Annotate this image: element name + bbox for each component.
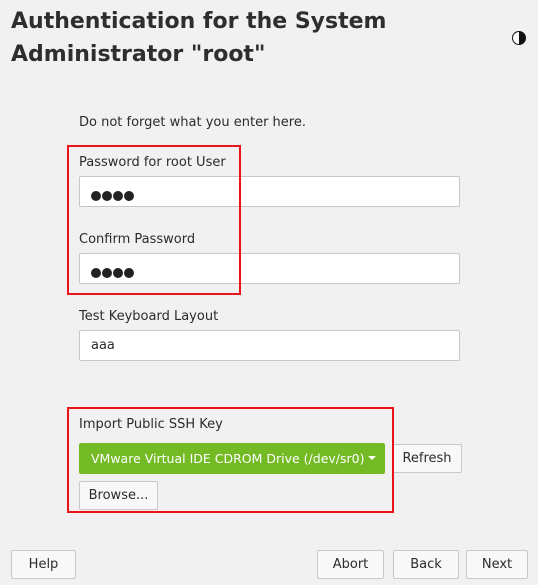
back-button[interactable]: Back xyxy=(393,550,459,579)
keyboard-test-field[interactable]: aaa xyxy=(79,330,460,361)
next-button[interactable]: Next xyxy=(466,550,528,579)
half-moon-icon[interactable] xyxy=(511,30,527,46)
refresh-button[interactable]: Refresh xyxy=(392,444,462,473)
keyboard-test-label: Test Keyboard Layout xyxy=(79,309,219,324)
page-title: Authentication for the System Administra… xyxy=(11,9,387,67)
highlight-box-passwords xyxy=(67,145,241,295)
help-button[interactable]: Help xyxy=(11,550,76,579)
abort-button[interactable]: Abort xyxy=(317,550,384,579)
keyboard-test-value: aaa xyxy=(91,338,115,353)
highlight-box-ssh xyxy=(67,407,394,513)
hint-text: Do not forget what you enter here. xyxy=(79,115,306,130)
